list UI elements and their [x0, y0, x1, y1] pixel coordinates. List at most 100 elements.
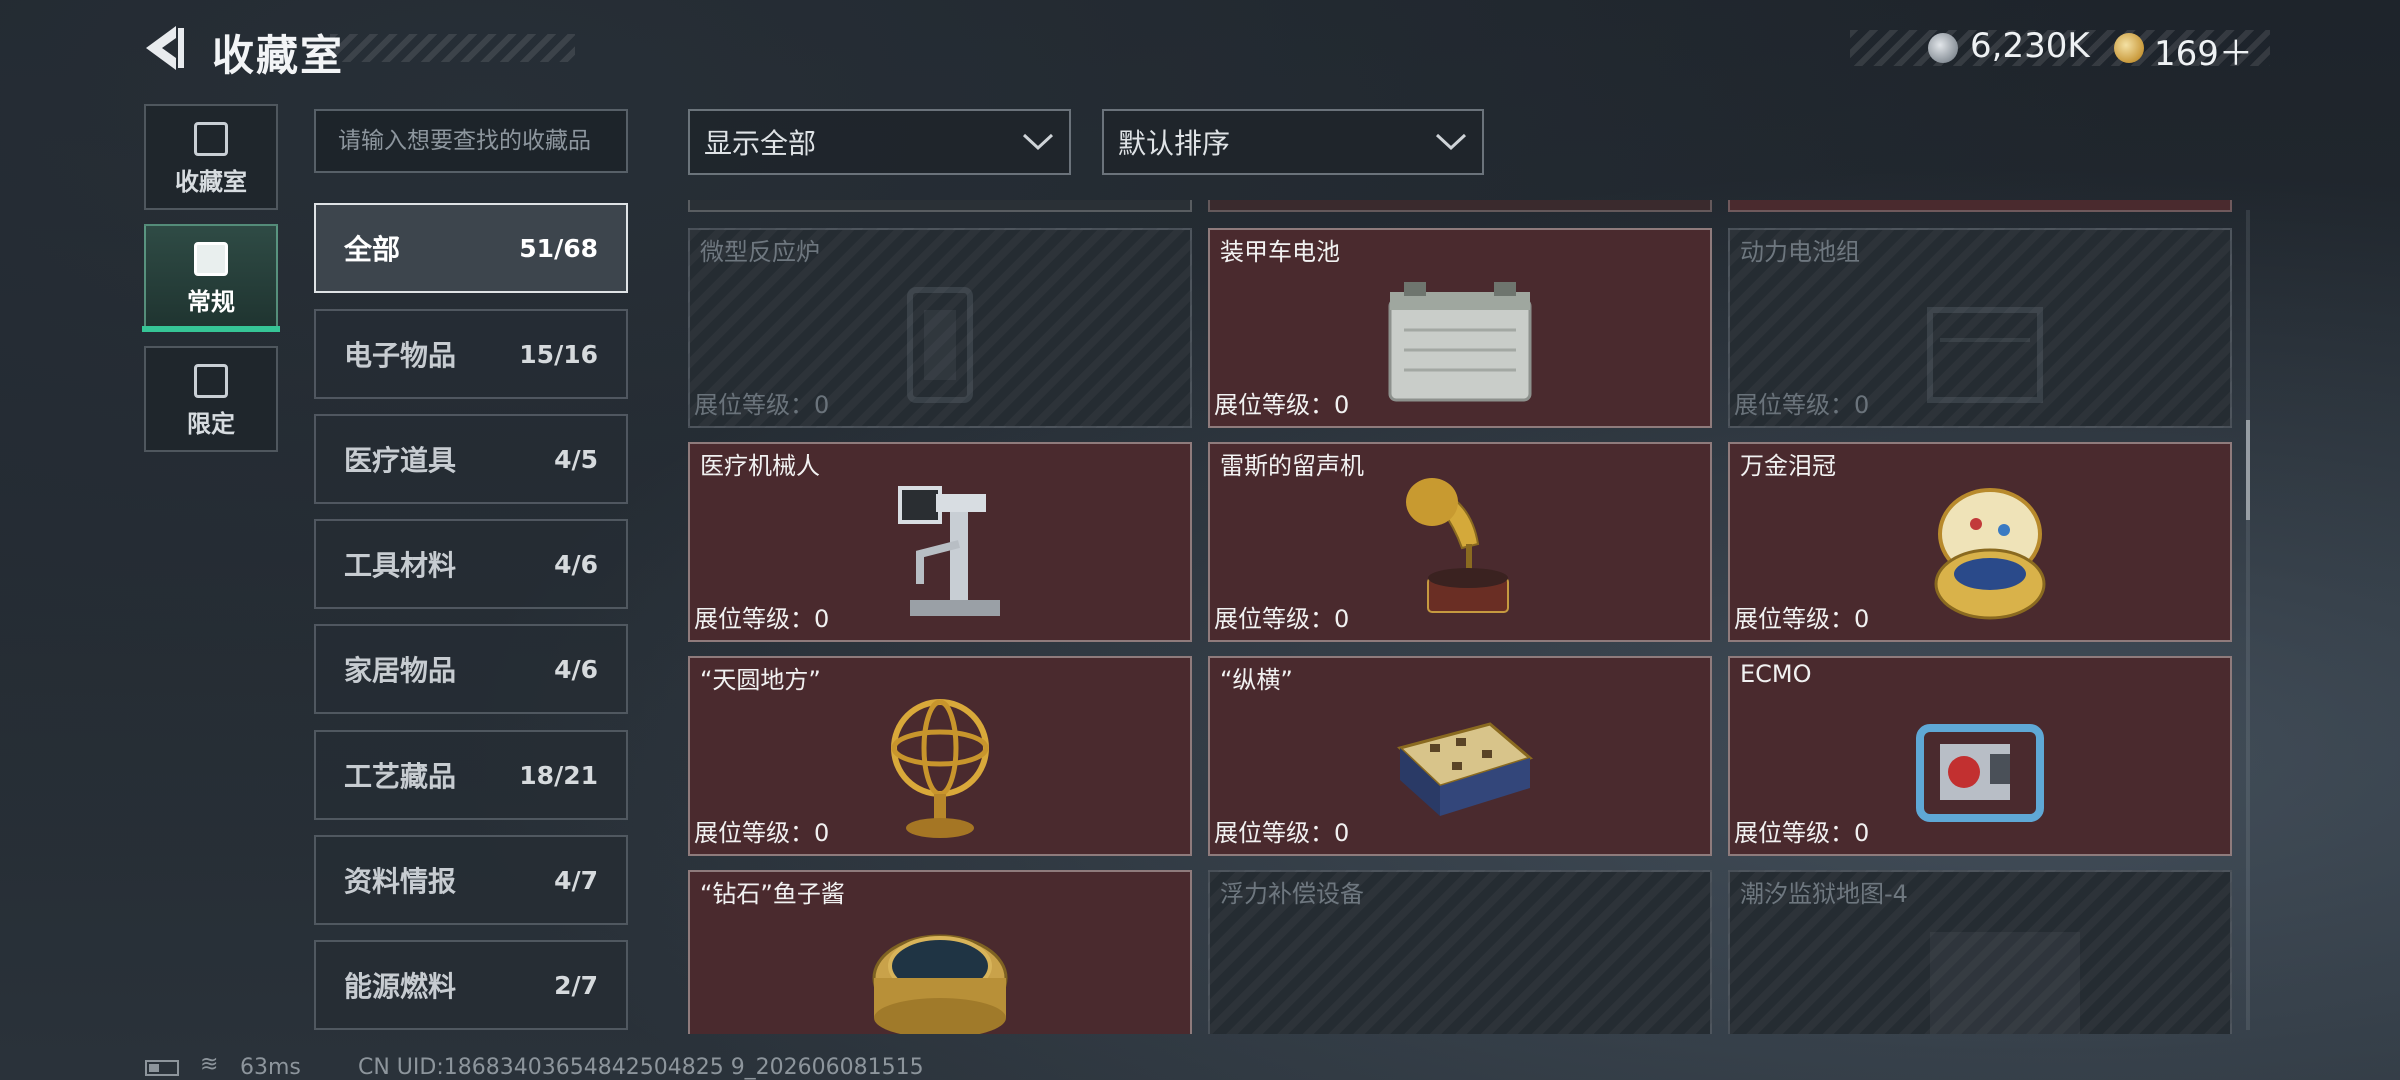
- map-icon: [1930, 932, 2080, 1034]
- category-name: 电子物品: [344, 339, 457, 372]
- item-name: ECMO: [1740, 660, 1812, 688]
- item-card[interactable]: ECMO 展位等级：0: [1728, 656, 2232, 856]
- category-crafts[interactable]: 工艺藏品 18/21: [314, 730, 628, 820]
- display-filter-dropdown[interactable]: 显示全部: [688, 109, 1071, 175]
- mode-tab-label: 常规: [187, 288, 235, 316]
- item-card[interactable]: 动力电池组 展位等级：0: [1728, 228, 2232, 428]
- gold-currency-amount[interactable]: 169＋: [2154, 26, 2253, 75]
- category-count: 4/7: [554, 865, 598, 895]
- item-card[interactable]: 万金泪冠 展位等级：0: [1728, 442, 2232, 642]
- item-card[interactable]: “纵横” 展位等级：0: [1208, 656, 1712, 856]
- scrollbar-track[interactable]: [2246, 210, 2250, 1030]
- category-medical[interactable]: 医疗道具 4/5: [314, 414, 628, 504]
- search-input[interactable]: [314, 109, 628, 173]
- item-name: 浮力补偿设备: [1220, 880, 1364, 908]
- mode-tab-regular[interactable]: 常规: [144, 224, 278, 330]
- mode-tab-label: 收藏室: [175, 168, 247, 196]
- item-card[interactable]: 装甲车电池 展位等级：0: [1208, 228, 1712, 428]
- armillary-sphere-icon: [891, 699, 989, 838]
- gold-coin-icon: [2114, 33, 2144, 63]
- item-level: 展位等级：0: [1734, 391, 1870, 419]
- chevron-down-icon: [1435, 133, 1467, 151]
- item-card[interactable]: 浮力补偿设备: [1208, 870, 1712, 1034]
- dropdown-value: 默认排序: [1118, 127, 1231, 160]
- category-name: 医疗道具: [344, 444, 457, 477]
- item-card[interactable]: 潮汐监狱地图-4: [1728, 870, 2232, 1034]
- item-name: 医疗机械人: [700, 452, 820, 480]
- ping-text: 63ms: [240, 1055, 301, 1080]
- mode-tab-limited[interactable]: 限定: [144, 346, 278, 452]
- category-all[interactable]: 全部 51/68: [314, 203, 628, 293]
- category-tools[interactable]: 工具材料 4/6: [314, 519, 628, 609]
- jeweled-egg-icon: [1934, 488, 2046, 620]
- item-level: 展位等级：0: [694, 391, 830, 419]
- item-level: 展位等级：0: [1214, 605, 1350, 633]
- title-decoration: [330, 34, 575, 62]
- previous-row-edge: [688, 200, 2232, 212]
- item-card[interactable]: 微型反应炉 展位等级：0: [688, 228, 1192, 428]
- ecmo-machine-icon: [1916, 724, 2044, 822]
- silver-coin-icon: [1928, 33, 1958, 63]
- mode-tab-label: 限定: [187, 410, 235, 438]
- item-card[interactable]: 雷斯的留声机 展位等级：0: [1208, 442, 1712, 642]
- uid-text: CN UID:18683403654842504825 9_2026060815…: [358, 1055, 924, 1080]
- category-name: 工艺藏品: [344, 760, 457, 793]
- gramophone-icon: [1406, 478, 1509, 613]
- caviar-tin-icon: [872, 934, 1008, 1034]
- document-icon: [194, 242, 228, 276]
- item-name: “钻石”鱼子酱: [700, 880, 845, 908]
- silver-currency-amount: 6,230K: [1970, 26, 2090, 66]
- item-name: 微型反应炉: [700, 238, 820, 266]
- category-count: 2/7: [554, 970, 598, 1000]
- item-name: 装甲车电池: [1220, 238, 1340, 266]
- item-card[interactable]: “天圆地方” 展位等级：0: [688, 656, 1192, 856]
- category-name: 能源燃料: [344, 970, 457, 1003]
- category-name: 资料情报: [344, 865, 457, 898]
- category-name: 家居物品: [344, 654, 457, 687]
- item-name: 万金泪冠: [1740, 452, 1836, 480]
- chevron-down-icon: [1022, 133, 1054, 151]
- category-electronics[interactable]: 电子物品 15/16: [314, 309, 628, 399]
- item-level: 展位等级：0: [1734, 605, 1870, 633]
- category-name: 工具材料: [344, 549, 457, 582]
- item-card[interactable]: 医疗机械人 展位等级：0: [688, 442, 1192, 642]
- battery-icon: [145, 1060, 179, 1076]
- item-name: 动力电池组: [1740, 238, 1860, 266]
- active-tab-indicator: [142, 326, 280, 332]
- category-count: 4/5: [554, 444, 598, 474]
- power-pack-icon: [1927, 307, 2043, 403]
- item-level: 展位等级：0: [1734, 819, 1870, 847]
- category-count: 51/68: [519, 233, 598, 263]
- category-count: 4/6: [554, 654, 598, 684]
- item-name: 雷斯的留声机: [1220, 452, 1364, 480]
- reactor-icon: [907, 287, 973, 403]
- item-level: 展位等级：0: [694, 605, 830, 633]
- battery-icon: [1388, 282, 1532, 402]
- vault-icon: [194, 122, 228, 156]
- item-level: 展位等级：0: [694, 819, 830, 847]
- mode-tab-vault[interactable]: 收藏室: [144, 104, 278, 210]
- item-level: 展位等级：0: [1214, 819, 1350, 847]
- item-name: “纵横”: [1220, 666, 1293, 694]
- back-arrow-icon[interactable]: [140, 22, 190, 74]
- item-name: “天圆地方”: [700, 666, 821, 694]
- dropdown-value: 显示全部: [704, 127, 817, 160]
- category-count: 18/21: [519, 760, 598, 790]
- item-name: 潮汐监狱地图-4: [1740, 880, 1908, 908]
- wifi-icon: ≋: [200, 1052, 219, 1077]
- collection-grid[interactable]: 微型反应炉 展位等级：0 装甲车电池 展位等级：0 动力电池组 展位等级：0 医…: [688, 200, 2232, 1034]
- category-name: 全部: [344, 233, 401, 266]
- category-intel[interactable]: 资料情报 4/7: [314, 835, 628, 925]
- category-count: 4/6: [554, 549, 598, 579]
- category-household[interactable]: 家居物品 4/6: [314, 624, 628, 714]
- category-energy[interactable]: 能源燃料 2/7: [314, 940, 628, 1030]
- item-level: 展位等级：0: [1214, 391, 1350, 419]
- item-card[interactable]: “钻石”鱼子酱: [688, 870, 1192, 1034]
- sort-dropdown[interactable]: 默认排序: [1102, 109, 1484, 175]
- scrollbar-thumb[interactable]: [2246, 420, 2250, 520]
- limited-icon: [194, 364, 228, 398]
- medical-robot-icon: [898, 486, 1000, 616]
- chess-box-icon: [1397, 722, 1534, 816]
- page-title: 收藏室: [212, 31, 345, 80]
- category-count: 15/16: [519, 339, 598, 369]
